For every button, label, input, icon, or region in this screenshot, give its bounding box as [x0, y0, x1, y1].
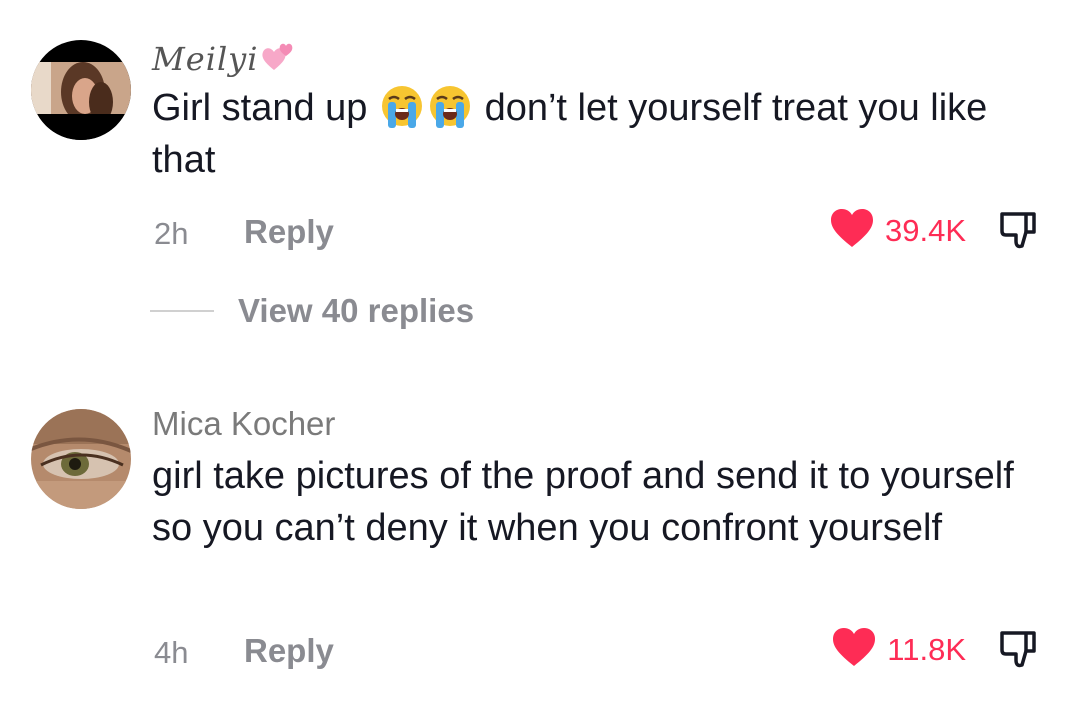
loudly-crying-face-icon — [379, 83, 425, 129]
heart-icon — [831, 626, 877, 673]
comment-timestamp: 2h — [154, 216, 189, 251]
comment-text: Girl stand up don’t let yourself treat y… — [152, 82, 1032, 186]
like-button[interactable]: 11.8K — [831, 626, 966, 673]
view-replies-label: View 40 replies — [238, 292, 475, 329]
reply-button[interactable]: Reply — [244, 632, 334, 670]
avatar[interactable] — [31, 40, 131, 140]
username[interactable]: Mica Kocher — [152, 405, 335, 443]
heart-icon — [829, 207, 875, 254]
like-count: 11.8K — [887, 631, 966, 667]
avatar[interactable] — [31, 409, 131, 509]
divider — [150, 310, 214, 312]
comment-timestamp: 4h — [154, 635, 189, 670]
like-count: 39.4K — [884, 212, 966, 248]
comment-text: girl take pictures of the proof and send… — [152, 455, 1014, 549]
loudly-crying-face-icon — [427, 83, 473, 129]
pink-hearts-icon — [260, 40, 296, 82]
reply-button[interactable]: Reply — [244, 213, 334, 251]
view-replies-button[interactable]: View 40 replies — [150, 292, 474, 330]
dislike-icon[interactable] — [996, 627, 1042, 673]
like-button[interactable]: 39.4K — [829, 207, 966, 254]
dislike-icon[interactable] — [996, 208, 1042, 254]
username[interactable]: Meilyi — [152, 40, 296, 82]
